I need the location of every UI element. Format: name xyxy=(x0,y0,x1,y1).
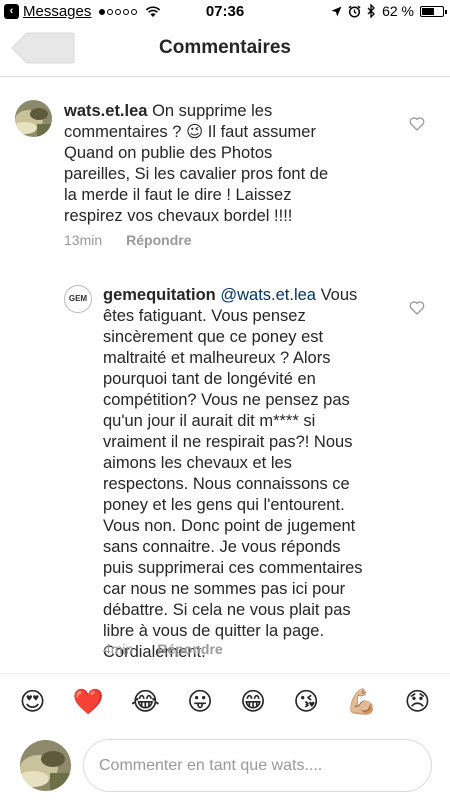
comment-reply: GEM gemequitation @wats.et.lea Vous êtes… xyxy=(0,282,450,662)
emoji-grin-button[interactable]: 😁 xyxy=(240,687,266,717)
status-right: 62 % xyxy=(331,3,447,19)
alarm-icon xyxy=(348,4,361,18)
current-user-avatar xyxy=(20,740,71,791)
like-heart-icon[interactable] xyxy=(409,116,425,131)
comment-username[interactable]: wats.et.lea xyxy=(64,102,147,120)
comment: wats.et.lea On supprime les commentaires… xyxy=(0,98,450,258)
comment-mention[interactable]: @wats.et.lea xyxy=(220,286,316,304)
emoji-kiss-button[interactable]: 😘 xyxy=(293,687,319,717)
comment-username[interactable]: gemequitation xyxy=(103,286,216,304)
comment-time: 4min xyxy=(103,641,134,657)
status-bar: ‹ Messages 07:36 62 % xyxy=(0,0,450,22)
comment-text: gemequitation @wats.et.lea Vous êtes fat… xyxy=(103,285,373,663)
status-left: ‹ Messages xyxy=(4,3,161,20)
comment-meta: 13min Répondre xyxy=(64,232,191,248)
battery-percent: 62 % xyxy=(382,3,414,19)
emoji-heart-button[interactable]: ❤️ xyxy=(73,687,104,717)
emoji-muscle-button[interactable]: 💪🏼 xyxy=(346,687,377,717)
comment-composer: Commenter en tant que wats.... xyxy=(0,729,450,800)
emoji-heart-eyes-button[interactable]: 😍 xyxy=(20,687,46,717)
emoji-disappointed-button[interactable]: 😞 xyxy=(404,687,430,717)
emoji-quick-bar: 😍 ❤️ 😂 😛 😁 😘 💪🏼 😞 xyxy=(0,673,450,729)
avatar[interactable]: GEM xyxy=(64,285,92,313)
reply-button[interactable]: Répondre xyxy=(126,232,191,248)
reply-button[interactable]: Répondre xyxy=(157,641,222,657)
comment-meta: 4min Répondre xyxy=(103,641,223,657)
emoji-laughing-button[interactable]: 😂 xyxy=(131,687,160,717)
comment-body: On supprime les commentaires ? 😉 Il faut… xyxy=(64,102,329,225)
like-heart-icon[interactable] xyxy=(409,300,425,315)
comment-time: 13min xyxy=(64,232,103,248)
avatar[interactable] xyxy=(15,100,52,137)
comment-body: Vous êtes fatiguant. Vous pensez sincère… xyxy=(103,286,363,661)
location-icon xyxy=(331,6,342,16)
signal-strength-icon xyxy=(99,8,138,15)
bluetooth-icon xyxy=(367,4,375,18)
wifi-icon xyxy=(146,5,161,17)
back-to-app-icon[interactable]: ‹ xyxy=(4,4,19,19)
comment-text: wats.et.lea On supprime les commentaires… xyxy=(64,101,334,227)
back-to-app-label[interactable]: Messages xyxy=(23,3,91,20)
comment-input[interactable]: Commenter en tant que wats.... xyxy=(83,739,432,792)
page-title: Commentaires xyxy=(159,37,291,58)
battery-icon xyxy=(420,5,447,17)
nav-bar: Commentaires xyxy=(0,22,450,77)
emoji-tongue-button[interactable]: 😛 xyxy=(187,687,213,717)
avatar-logo-text: GEM xyxy=(68,294,88,303)
